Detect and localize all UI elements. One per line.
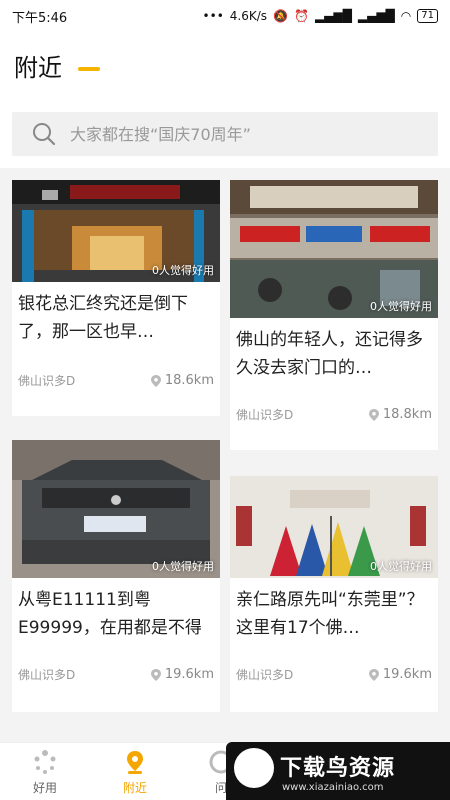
likes-count: 0人觉得好用 <box>370 560 432 573</box>
card-meta: 佛山识多D 19.6km <box>236 666 432 683</box>
signal-icon-2: ▂▄▆█ <box>357 9 395 23</box>
card-title: 亲仁路原先叫“东莞里”？这里有17个佛… <box>236 590 424 638</box>
card-distance: 19.6km <box>368 667 432 682</box>
card-title: 从粤E11111到粤E99999，在用都是不得了… <box>18 590 202 638</box>
card-author: 佛山识多D <box>236 408 294 422</box>
card-author: 佛山识多D <box>18 668 76 682</box>
distance-text: 18.8km <box>382 407 432 422</box>
title-underline <box>78 67 100 71</box>
search-icon <box>33 123 56 146</box>
likes-count: 0人觉得好用 <box>152 264 214 277</box>
card-distance: 19.6km <box>150 667 214 682</box>
status-time: 下午5:46 <box>12 10 68 26</box>
card-author: 佛山识多D <box>18 374 76 388</box>
card-title: 佛山的年轻人，还记得多久没去家门口的… <box>236 330 423 378</box>
watermark: 下载鸟资源 www.xiazainiao.com <box>226 742 450 800</box>
card-author: 佛山识多D <box>236 668 294 682</box>
page-title: 附近 <box>14 54 62 82</box>
location-pin-icon <box>150 374 161 387</box>
card-thumbnail: 0人觉得好用 <box>230 476 438 578</box>
likes-count: 0人觉得好用 <box>152 560 214 573</box>
location-pin-icon <box>368 408 379 421</box>
bird-logo-icon <box>234 748 274 788</box>
network-speed: 4.6K/s <box>229 9 268 23</box>
feed-card[interactable]: 0人觉得好用 佛山的年轻人，还记得多久没去家门口的… 佛山识多D 18.8km <box>230 180 438 450</box>
search-bar[interactable] <box>12 112 438 156</box>
card-thumbnail: 0人觉得好用 <box>12 180 220 282</box>
card-distance: 18.6km <box>150 373 214 388</box>
wifi-icon: ◠ <box>400 9 412 23</box>
location-pin-icon <box>127 751 143 774</box>
distance-text: 19.6km <box>382 667 432 682</box>
distance-text: 18.6km <box>164 373 214 388</box>
location-pin-icon <box>150 668 161 681</box>
status-dots: ••• <box>202 9 224 23</box>
card-title: 银花总汇终究还是倒下了，那一区也早… <box>18 294 188 342</box>
nav-label: 好用 <box>32 781 57 795</box>
location-pin-icon <box>368 668 379 681</box>
mute-icon: 🔕 <box>273 9 288 23</box>
card-thumbnail: 0人觉得好用 <box>230 180 438 318</box>
status-bar: 下午5:46 ••• 4.6K/s 🔕 ⏰ ▂▄▆█ ▂▄▆█ ◠ 71 <box>0 0 450 32</box>
card-meta: 佛山识多D 18.8km <box>236 406 432 423</box>
nav-item-haoyong[interactable]: 好用 <box>10 749 80 796</box>
search-input[interactable] <box>70 124 400 144</box>
likes-count: 0人觉得好用 <box>370 300 432 313</box>
feed-card[interactable]: 0人觉得好用 银花总汇终究还是倒下了，那一区也早… 佛山识多D 18.6km <box>12 180 220 416</box>
watermark-text: 下载鸟资源 <box>280 756 396 781</box>
card-meta: 佛山识多D 19.6km <box>18 666 214 683</box>
feed-card[interactable]: 0人觉得好用 从粤E11111到粤E99999，在用都是不得了… 佛山识多D 1… <box>12 440 220 712</box>
nav-item-fujin[interactable]: 附近 <box>100 749 170 796</box>
header: 附近 <box>0 32 450 96</box>
watermark-url: www.xiazainiao.com <box>282 782 384 793</box>
search-area <box>0 96 450 168</box>
status-icons: ••• 4.6K/s 🔕 ⏰ ▂▄▆█ ▂▄▆█ ◠ 71 <box>203 9 438 23</box>
dots-circle-icon <box>34 750 56 774</box>
card-distance: 18.8km <box>368 407 432 422</box>
signal-icon: ▂▄▆█ <box>314 9 352 23</box>
feed-card[interactable]: 0人觉得好用 亲仁路原先叫“东莞里”？这里有17个佛… 佛山识多D 19.6km <box>230 476 438 712</box>
card-meta: 佛山识多D 18.6km <box>18 372 214 389</box>
battery-icon: 71 <box>417 9 438 23</box>
card-thumbnail: 0人觉得好用 <box>12 440 220 578</box>
alarm-icon: ⏰ <box>293 9 309 23</box>
nav-label: 附近 <box>122 781 147 795</box>
distance-text: 19.6km <box>164 667 214 682</box>
